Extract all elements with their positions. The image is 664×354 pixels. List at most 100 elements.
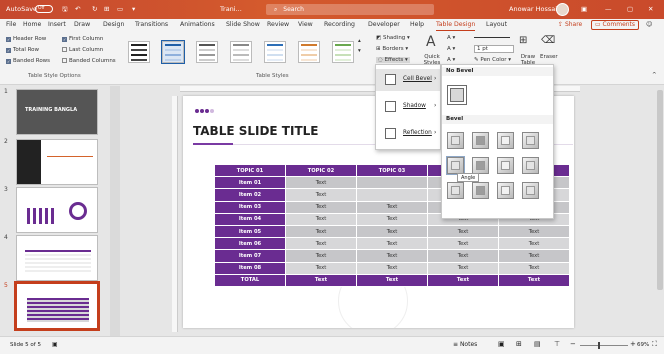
gallery-scroll-down-icon[interactable]: ▾ [358,48,361,54]
zoom-level[interactable]: 69% [637,342,649,348]
table-cell[interactable]: Item 03 [214,200,286,214]
bevel-option-relaxed-inset[interactable] [472,132,489,149]
slide-thumbnail-5[interactable] [14,281,100,331]
smiley-icon[interactable]: ☺ [646,21,652,28]
shading-button[interactable]: ◩ Shading ▾ [376,35,410,41]
save-icon[interactable]: 🖫 [62,5,68,16]
collapse-ribbon-icon[interactable]: ^ [652,72,657,78]
text-fill-button[interactable]: A ▾ [447,35,455,41]
pen-style-dropdown[interactable] [474,37,510,38]
table-cell[interactable]: Item 01 [214,176,286,190]
slide-thumbnail-1[interactable]: TRAINING BANGLA [16,89,98,135]
menu-item-cell-bevel[interactable]: Cell Bevel › [376,69,440,91]
file-name[interactable]: Trani... [220,5,242,13]
tab-layout[interactable]: Layout [486,21,507,28]
quick-styles-icon[interactable]: A [426,34,436,50]
table-style-swatch[interactable] [128,41,150,63]
table-cell[interactable]: Text [285,176,357,190]
checkbox-total-row[interactable]: ✓ Total Row [6,47,39,53]
table-cell[interactable]: Text [356,212,428,226]
table-header-cell[interactable]: TOPIC 01 [214,163,286,178]
bevel-option-cross[interactable] [497,132,514,149]
borders-button[interactable]: ⊞ Borders ▾ [376,46,408,52]
tab-home[interactable]: Home [23,21,41,28]
bevel-option-soft-round[interactable] [472,157,489,174]
menu-item-reflection[interactable]: Reflection › [376,123,440,145]
tab-review[interactable]: Review [267,21,289,28]
avatar[interactable] [556,3,569,16]
tab-file[interactable]: File [6,21,16,28]
table-cell[interactable]: Text [356,200,428,214]
table-cell[interactable]: Item 02 [214,188,286,202]
table-cell[interactable]: Item 05 [214,224,286,239]
table-cell[interactable]: TOTAL [214,273,286,287]
normal-view-icon[interactable]: ▣ [498,340,505,348]
eraser-icon[interactable]: ⌫ [541,35,555,46]
bevel-option-angle[interactable] [446,156,465,175]
minimize-icon[interactable]: — [605,5,612,13]
no-bevel-option[interactable] [447,85,467,105]
table-cell[interactable]: Text [356,261,428,275]
slide-thumbnail-4[interactable] [16,235,98,281]
vertical-scrollbar[interactable] [656,86,664,336]
table-style-swatch[interactable] [298,41,320,63]
bevel-option-divot[interactable] [447,182,464,199]
ribbon-display-icon[interactable]: ▣ [581,5,587,13]
table-style-swatch[interactable] [196,41,218,63]
table-cell[interactable]: Text [427,273,499,287]
tab-developer[interactable]: Developer [368,21,400,28]
table-cell[interactable]: Text [285,200,357,214]
table-cell[interactable]: Item 06 [214,237,286,251]
scrollbar-thumb[interactable] [657,90,663,290]
table-cell[interactable]: Text [356,237,428,251]
table-cell[interactable]: Text [285,249,357,263]
table-style-swatch[interactable] [230,41,252,63]
bevel-option-hard-edge[interactable] [497,182,514,199]
table-cell[interactable]: Text [285,212,357,226]
bevel-option-cool-slant[interactable] [522,132,539,149]
checkbox-banded-columns[interactable]: Banded Columns [62,58,116,64]
zoom-slider[interactable] [580,342,628,349]
table-cell[interactable]: Text [356,224,428,239]
table-cell[interactable]: Item 07 [214,249,286,263]
table-cell[interactable]: Text [427,237,499,251]
table-cell[interactable] [356,176,428,190]
table-style-swatch[interactable] [332,41,354,63]
maximize-icon[interactable]: ▢ [627,5,633,13]
slideshow-icon[interactable]: ⊤ [554,340,560,348]
autosave-toggle[interactable]: Off [35,5,53,13]
search-input[interactable]: ⌕ Search [266,4,434,15]
table-cell[interactable]: Text [498,224,570,239]
table-cell[interactable]: Item 08 [214,261,286,275]
tab-animations[interactable]: Animations [180,21,215,28]
table-cell[interactable]: Item 04 [214,212,286,226]
table-cell[interactable]: Text [427,261,499,275]
tab-draw[interactable]: Draw [74,21,90,28]
checkbox-header-row[interactable]: ✓ Header Row [6,36,46,42]
table-header-cell[interactable]: TOPIC 03 [356,163,428,178]
bevel-option-convex[interactable] [497,157,514,174]
user-name[interactable]: Anowar Hossain [509,5,561,13]
eraser-label[interactable]: Eraser [540,54,558,60]
pin-icon[interactable]: ⊞ [104,5,109,13]
tab-slide-show[interactable]: Slide Show [226,21,260,28]
tab-table-design[interactable]: Table Design [436,21,476,31]
slide-thumbnail-2[interactable] [16,139,98,185]
tab-insert[interactable]: Insert [48,21,66,28]
slide-title[interactable]: TABLE SLIDE TITLE [193,124,318,138]
undo-icon[interactable]: ↶ [75,5,80,13]
table-cell[interactable]: Text [427,224,499,239]
checkbox-last-column[interactable]: Last Column [62,47,103,53]
accessibility-icon[interactable]: ▣ [52,341,58,348]
bevel-option-riblet[interactable] [472,182,489,199]
table-cell[interactable]: Text [285,224,357,239]
table-cell[interactable] [356,188,428,202]
zoom-out-icon[interactable]: − [570,340,576,348]
reading-view-icon[interactable]: ▤ [534,340,541,348]
checkbox-banded-rows[interactable]: ✓ Banded Rows [6,58,50,64]
table-cell[interactable]: Text [285,273,357,287]
text-outline-button[interactable]: A ▾ [447,46,455,52]
tab-recording[interactable]: Recording [324,21,355,28]
customize-qat-icon[interactable]: ▾ [132,5,135,13]
table-cell[interactable]: Text [498,249,570,263]
